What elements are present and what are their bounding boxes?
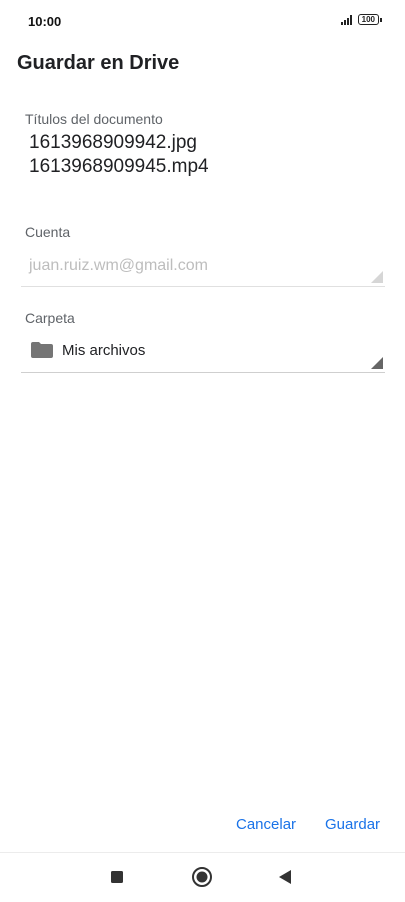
folder-label: Carpeta	[25, 310, 75, 326]
back-icon[interactable]	[278, 869, 292, 890]
status-time: 10:00	[28, 14, 62, 29]
account-value: juan.ruiz.wm@gmail.com	[29, 257, 208, 274]
battery-icon: 100	[357, 14, 383, 25]
account-field: juan.ruiz.wm@gmail.com	[21, 248, 385, 287]
dialog-title: Guardar en Drive	[17, 52, 180, 74]
status-bar: 10:00 100	[0, 0, 405, 44]
folder-select[interactable]: Mis archivos	[21, 336, 385, 373]
document-title: 1613968909945.mp4	[29, 156, 209, 177]
folder-value: Mis archivos	[62, 342, 146, 359]
folder-icon	[31, 342, 53, 358]
documents-label: Títulos del documento	[25, 111, 163, 127]
signal-icon	[340, 14, 352, 25]
document-title: 1613968909942.jpg	[29, 132, 198, 153]
dropdown-corner-icon	[371, 357, 383, 369]
battery-level: 100	[361, 15, 375, 24]
home-icon[interactable]	[191, 866, 213, 893]
status-icons: 100	[340, 14, 383, 25]
save-button[interactable]: Guardar	[325, 816, 380, 833]
dropdown-corner-icon	[371, 271, 383, 283]
cancel-button[interactable]: Cancelar	[236, 816, 296, 833]
recents-icon[interactable]	[110, 870, 124, 889]
account-label: Cuenta	[25, 224, 71, 240]
nav-divider	[0, 852, 405, 853]
